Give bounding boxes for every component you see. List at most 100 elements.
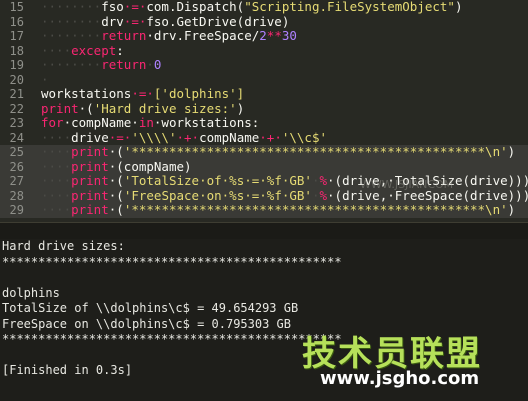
site-watermark: 技术员联盟 www.jsgho.com <box>302 326 492 394</box>
code-token: ········ <box>41 28 102 43</box>
code-token: 'Hard drive sizes:' <box>93 100 237 116</box>
code-token: fso.GetDrive(drive) <box>146 13 290 29</box>
line-number: 26 <box>9 159 24 174</box>
code-token: '\\c$' <box>281 129 328 145</box>
code-text: ····print·('****************************… <box>41 144 516 160</box>
code-token: ···· <box>41 144 72 159</box>
code-token: ·( <box>78 100 94 116</box>
code-line[interactable]: 23 for·compName·in·workstations: <box>0 115 528 131</box>
code-token: ·( <box>108 187 124 203</box>
code-token: ) <box>507 202 516 217</box>
code-token: drive <box>71 129 109 145</box>
code-token: ···· <box>41 187 72 203</box>
code-token: ·=· <box>108 129 132 145</box>
code-token: 30 <box>281 28 297 43</box>
code-token: 0 <box>153 57 162 72</box>
code-token: ·(compName) <box>108 158 192 174</box>
code-text: ····except: <box>41 42 124 59</box>
line-number: 24 <box>9 130 24 145</box>
line-number: 21 <box>9 87 24 101</box>
code-text: ········return·drv.FreeSpace/2**30 <box>41 28 297 44</box>
code-token: '***************************************… <box>123 144 508 159</box>
code-text: ········return·0 <box>41 57 162 73</box>
code-token: ·workstations: <box>153 115 260 130</box>
code-line[interactable]: 21 workstations·=·['dolphins'] <box>0 86 528 102</box>
code-token: : <box>116 42 124 58</box>
code-token: ·compName· <box>63 115 139 130</box>
line-number: 16 <box>9 14 24 29</box>
code-line[interactable]: 25 ····print·('**************************… <box>0 144 528 160</box>
code-text: ········fso·=·com.Dispatch("Scripting.Fi… <box>41 0 462 15</box>
code-token: ) <box>454 0 463 14</box>
code-line[interactable]: 29 ····print·('**************************… <box>0 202 528 218</box>
code-token: com.Dispatch( <box>146 0 245 14</box>
code-token: fso <box>101 0 124 14</box>
code-token: ·( <box>108 202 124 217</box>
code-token: ·=· <box>131 86 154 101</box>
code-text: ········drv·=·fso.GetDrive(drive) <box>41 13 290 30</box>
code-text: ····print·('TotalSize·of·%s·=·%f·GB'·%·(… <box>41 173 528 189</box>
code-token: return <box>101 28 147 43</box>
code-token: ·drv.FreeSpace/ <box>146 28 260 43</box>
line-number: 17 <box>9 29 24 43</box>
code-line[interactable]: 26 ····print·(compName) <box>0 158 528 175</box>
code-token: ········ <box>41 57 102 72</box>
code-line[interactable]: 19 ········return·0 <box>0 57 528 73</box>
code-token: '\\\\' <box>131 129 177 145</box>
line-number: 20 <box>9 72 24 87</box>
line-number: 22 <box>9 101 24 116</box>
code-token: ·=· <box>123 0 147 14</box>
code-text: · <box>41 71 49 88</box>
code-token: ···· <box>41 158 72 174</box>
code-line[interactable]: 20 · <box>0 71 528 88</box>
console-line: dolphins <box>2 285 60 300</box>
code-token: print <box>71 144 109 159</box>
code-token: in <box>138 115 154 130</box>
line-number: 28 <box>9 188 24 203</box>
code-line[interactable]: 16 ········drv·=·fso.GetDrive(drive) <box>0 13 528 30</box>
line-number: 18 <box>9 43 24 58</box>
code-token: ['dolphins'] <box>153 86 245 101</box>
code-token: ) <box>507 144 516 159</box>
code-token: '***************************************… <box>123 202 508 217</box>
panel-splitter[interactable] <box>0 222 528 240</box>
code-text: print·('Hard drive sizes:') <box>41 100 245 117</box>
code-token: "Scripting.FileSystemObject" <box>244 0 455 14</box>
code-token: · <box>146 57 154 72</box>
code-text: ····print·(compName) <box>41 158 192 175</box>
line-number: 29 <box>9 203 24 217</box>
line-number: 25 <box>9 145 24 159</box>
code-text: ····print·('FreeSpace·on·%s·=·%f·GB'·%·(… <box>41 187 528 204</box>
code-token: ) <box>236 100 245 116</box>
line-number: 23 <box>9 116 24 130</box>
code-token: ···· <box>41 129 72 145</box>
code-token: % <box>319 173 328 188</box>
console-line: ****************************************… <box>2 254 342 269</box>
code-line[interactable]: 18 ····except: <box>0 42 528 59</box>
code-token: 2 <box>259 28 267 43</box>
code-line[interactable]: 17 ········return·drv.FreeSpace/2**30 <box>0 28 528 44</box>
code-token: ·=· <box>123 13 147 29</box>
code-token: ·+· <box>259 129 282 145</box>
code-line[interactable]: 15 ········fso·=·com.Dispatch("Scripting.… <box>0 0 528 15</box>
code-line[interactable]: 24 ····drive·=·'\\\\'·+·compName·+·'\\c$' <box>0 129 528 146</box>
code-line[interactable]: 22 print·('Hard drive sizes:') <box>0 100 528 117</box>
code-token: ·( <box>108 144 124 159</box>
code-token: % <box>319 187 328 203</box>
code-token: ········ <box>41 13 102 29</box>
code-text: for·compName·in·workstations: <box>41 115 260 131</box>
code-token: · <box>311 187 320 203</box>
line-number: 19 <box>9 58 24 72</box>
code-token: print <box>41 100 79 116</box>
faint-watermark: WWW.JSJIANCOM <box>360 178 454 191</box>
code-text: workstations·=·['dolphins'] <box>41 86 245 102</box>
code-token: ·+· <box>176 129 200 145</box>
code-token: except <box>71 42 117 58</box>
code-token: workstations <box>41 86 132 101</box>
code-token: · <box>311 173 320 188</box>
code-token: compName <box>199 129 260 145</box>
code-token: · <box>41 71 49 87</box>
code-token: ·( <box>108 173 124 188</box>
watermark-url: www.jsgho.com <box>320 368 480 389</box>
